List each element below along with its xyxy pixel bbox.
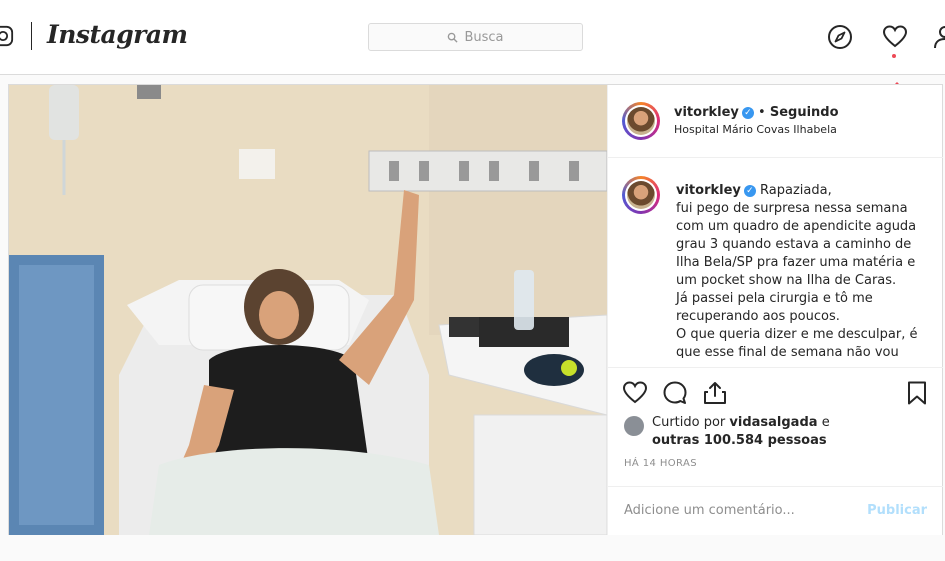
bookmark-icon[interactable] bbox=[904, 380, 930, 406]
caption-line: que esse final de semana não vou bbox=[676, 345, 899, 358]
caption-line: O que queria dizer e me desculpar, é bbox=[676, 327, 918, 342]
caption-line: grau 3 quando estava a caminho de bbox=[676, 237, 912, 252]
caption-text: vitorkley ✓ Rapaziada, fui pego de surpre… bbox=[676, 182, 934, 358]
post-timestamp[interactable]: HÁ 14 HORAS bbox=[624, 458, 697, 469]
caption-username[interactable]: vitorkley bbox=[676, 183, 741, 198]
header-user-line: vitorkley ✓ • Seguindo bbox=[674, 105, 839, 120]
comment-input[interactable]: Adicione um comentário... bbox=[624, 503, 795, 518]
verified-badge-icon: ✓ bbox=[741, 107, 754, 119]
liked-by-and: e bbox=[821, 415, 830, 430]
post-sidebar: vitorkley ✓ • Seguindo Hospital Mário Cov… bbox=[607, 85, 943, 535]
publish-button[interactable]: Publicar bbox=[867, 503, 927, 518]
user-icon[interactable] bbox=[932, 24, 945, 50]
post-card: vitorkley ✓ • Seguindo Hospital Mário Cov… bbox=[8, 84, 943, 536]
caption-line: um pocket show na Ilha de Caras. bbox=[676, 273, 897, 288]
avatar[interactable] bbox=[622, 102, 660, 140]
post-caption: vitorkley ✓ Rapaziada, fui pego de surpre… bbox=[608, 158, 943, 358]
post-photo[interactable] bbox=[9, 85, 607, 535]
search-icon bbox=[448, 32, 459, 43]
search-placeholder: Busca bbox=[464, 29, 504, 45]
username-link[interactable]: vitorkley bbox=[674, 105, 739, 120]
liked-by-avatar[interactable] bbox=[624, 416, 644, 436]
caption-line: Ilha Bela/SP pra fazer uma matéria e bbox=[676, 255, 916, 270]
compass-icon[interactable] bbox=[827, 24, 853, 50]
follow-separator: • bbox=[758, 105, 766, 120]
heart-outline-icon[interactable] bbox=[622, 380, 648, 406]
caption-line: fui pego de surpresa nessa semana bbox=[676, 201, 908, 216]
camera-icon[interactable] bbox=[0, 25, 14, 47]
comment-form: Adicione um comentário... Publicar bbox=[608, 486, 943, 537]
post-header: vitorkley ✓ • Seguindo Hospital Mário Cov… bbox=[608, 85, 943, 158]
brand-divider bbox=[31, 22, 32, 50]
caption-line: recuperando aos poucos. bbox=[676, 309, 840, 324]
caption-avatar[interactable] bbox=[622, 176, 660, 214]
likes-count-link[interactable]: outras 100.584 pessoas bbox=[652, 433, 827, 448]
top-navigation-bar: Instagram Busca bbox=[0, 0, 945, 75]
hospital-photo-illustration bbox=[9, 85, 607, 535]
heart-icon[interactable] bbox=[882, 24, 908, 50]
search-box[interactable]: Busca bbox=[368, 23, 583, 51]
caption-line: Já passei pela cirurgia e tô me bbox=[676, 291, 873, 306]
share-icon[interactable] bbox=[702, 380, 728, 406]
following-button[interactable]: Seguindo bbox=[770, 105, 839, 120]
location-link[interactable]: Hospital Mário Covas Ilhabela bbox=[674, 123, 837, 136]
liked-by-text: Curtido por vidasalgada e outras 100.584… bbox=[652, 414, 932, 450]
notification-dot bbox=[892, 54, 896, 58]
page-footer-area bbox=[0, 535, 945, 561]
liked-by-user-link[interactable]: vidasalgada bbox=[729, 415, 817, 430]
post-actions: Curtido por vidasalgada e outras 100.584… bbox=[608, 367, 943, 536]
comment-icon[interactable] bbox=[662, 380, 688, 406]
liked-by-prefix: Curtido por bbox=[652, 415, 726, 430]
verified-badge-icon: ✓ bbox=[743, 185, 756, 197]
instagram-logo[interactable]: Instagram bbox=[47, 20, 188, 49]
caption-line: Rapaziada, bbox=[760, 183, 832, 198]
caption-line: com um quadro de apendicite aguda bbox=[676, 219, 917, 234]
